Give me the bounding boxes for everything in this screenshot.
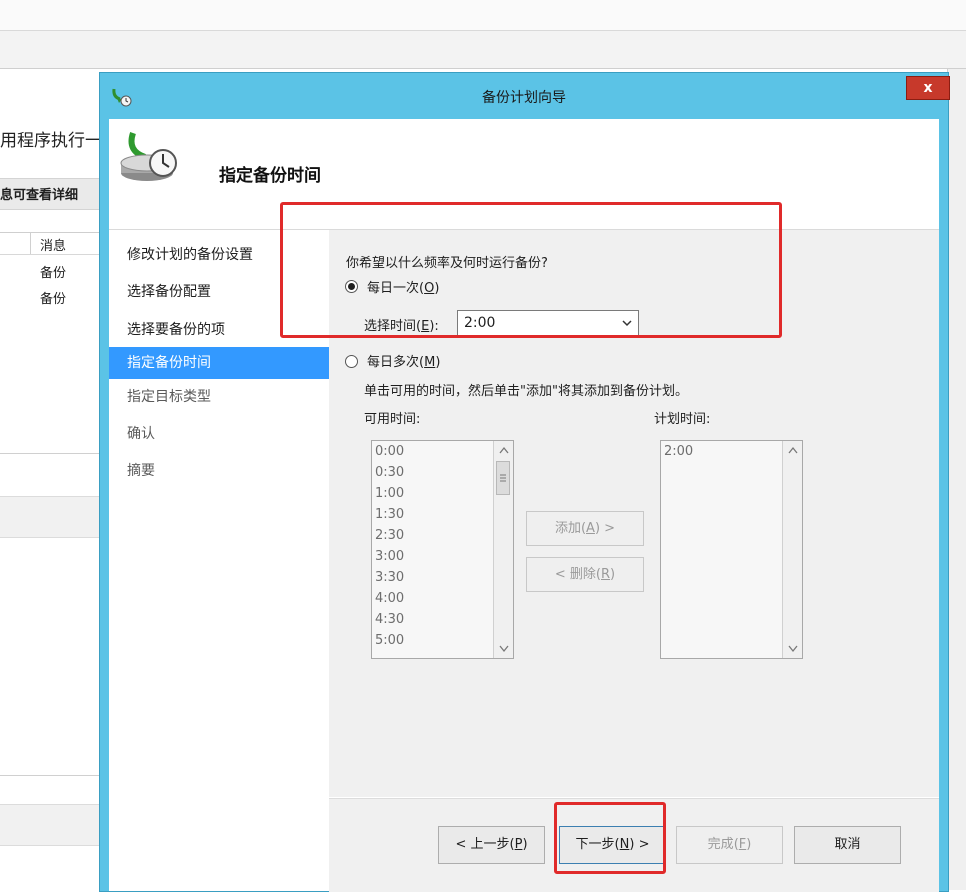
add-time-button[interactable]: 添加(A) > [526,511,644,546]
scheduled-times-scrollbar[interactable] [782,441,802,658]
list-item[interactable]: 2:30 [375,525,404,546]
highlight-daily-option [280,202,782,338]
background-band [0,496,100,538]
finish-button[interactable]: 完成(F) [676,826,783,864]
list-item[interactable]: 0:00 [375,441,404,462]
background-row[interactable]: 备份 [40,262,66,281]
back-button[interactable]: < 上一步(P) [438,826,545,864]
background-column-separator [30,232,31,254]
scheduled-times-label: 计划时间: [654,412,711,427]
nav-step-specify-time[interactable]: 指定备份时间 [109,347,329,379]
scroll-thumb[interactable] [496,461,510,495]
multiple-daily-hint: 单击可用的时间，然后单击"添加"将其添加到备份计划。 [364,384,688,399]
background-subtitle: 息可查看详细 [0,188,79,203]
remove-time-button[interactable]: < 删除(R) [526,557,644,592]
scroll-up-icon[interactable] [784,442,801,459]
scheduled-times-list[interactable]: 2:00 [660,440,803,659]
list-item[interactable]: 3:30 [375,567,404,588]
background-row[interactable]: 备份 [40,288,66,307]
dialog-title-bar[interactable]: 备份计划向导 x [100,73,950,119]
nav-step-summary: 摘要 [127,463,155,479]
highlight-next-button [554,802,666,874]
background-right-edge [947,69,966,890]
list-item[interactable]: 4:00 [375,588,404,609]
backup-schedule-wizard-dialog: 备份计划向导 x 指定备份时间 修改计划的备份设置 选择备份配置 选择要备份的项 [99,72,950,892]
scroll-up-icon[interactable] [495,442,512,459]
list-item[interactable]: 1:30 [375,504,404,525]
background-top-strip [0,0,966,31]
background-column-message[interactable]: 消息 [40,235,66,254]
multiple-daily-radio[interactable] [345,355,358,368]
available-times-list[interactable]: 0:00 0:30 1:00 1:30 2:30 3:00 3:30 4:00 … [371,440,514,659]
background-band [0,804,100,846]
list-item[interactable]: 5:00 [375,630,404,651]
available-times-label: 可用时间: [364,412,421,427]
multiple-daily-label[interactable]: 每日多次(M) [367,351,440,370]
list-item[interactable]: 1:00 [375,483,404,504]
background-title: 用程序执行一 [0,131,102,151]
dialog-title: 备份计划向导 [482,90,566,106]
available-times-scrollbar[interactable] [493,441,513,658]
backup-schedule-icon [119,129,183,185]
background-divider [0,453,100,454]
close-button[interactable]: x [906,76,950,100]
list-item[interactable]: 4:30 [375,609,404,630]
list-item[interactable]: 3:00 [375,546,404,567]
nav-step-confirm: 确认 [127,426,155,442]
nav-step-target-type: 指定目标类型 [127,389,211,405]
background-divider [0,775,100,776]
list-item[interactable]: 0:30 [375,462,404,483]
scroll-down-icon[interactable] [495,640,512,657]
cancel-button[interactable]: 取消 [794,826,901,864]
list-item[interactable]: 2:00 [664,441,693,462]
scroll-down-icon[interactable] [784,640,801,657]
background-toolbar [0,31,966,69]
page-title: 指定备份时间 [219,166,321,186]
